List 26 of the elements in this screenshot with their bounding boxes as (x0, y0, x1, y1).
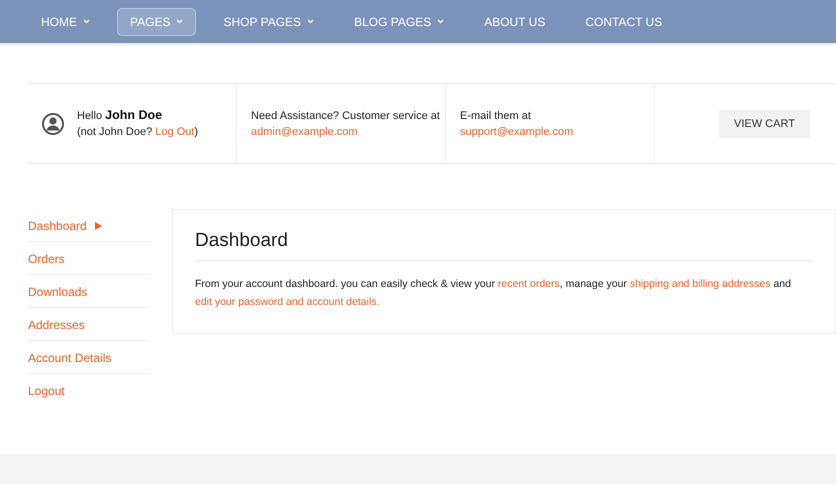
logout-prompt: (not John Doe? Log Out) (77, 125, 198, 140)
sidebar-link[interactable]: Downloads (28, 275, 150, 308)
email-link[interactable]: support@example.com (460, 126, 574, 138)
sidebar-link[interactable]: Account Details (28, 341, 150, 374)
nav-link[interactable]: ABOUT US (471, 8, 558, 36)
greeting-text: Hello John Doe (77, 107, 164, 124)
sidebar-link[interactable]: Dashboard (28, 209, 150, 242)
email-text: E-mail them at support@example.com (460, 108, 574, 140)
text-link[interactable]: recent orders (498, 278, 560, 290)
page-title: Dashboard (195, 230, 813, 261)
log-out-link[interactable]: Log Out (155, 126, 194, 138)
assistance-text: Need Assistance? Customer service at admin@example.com (251, 108, 441, 140)
nav-link[interactable]: CONTACT US (572, 8, 676, 36)
nav-link[interactable]: BLOG PAGES (341, 8, 458, 36)
user-avatar-icon (42, 112, 64, 134)
view-cart-button[interactable]: VIEW CART (719, 110, 810, 138)
text-link[interactable]: edit your password and account details. (195, 296, 380, 308)
sidebar-link[interactable]: Orders (28, 242, 150, 275)
nav-link[interactable]: SHOP PAGES (210, 8, 328, 36)
text-link[interactable]: shipping and billing addresses (630, 278, 771, 290)
sidebar-link[interactable]: Addresses (28, 308, 150, 341)
nav-link[interactable]: PAGES (117, 8, 196, 36)
email-link[interactable]: admin@example.com (251, 126, 358, 138)
nav-link[interactable]: HOME (28, 8, 103, 36)
dashboard-description: From your account dashboard. you can easily check & view your recent orders, manage your shipping and billing addresses and edit your password and account details. (195, 277, 792, 310)
sidebar-link[interactable]: Logout (28, 374, 150, 407)
